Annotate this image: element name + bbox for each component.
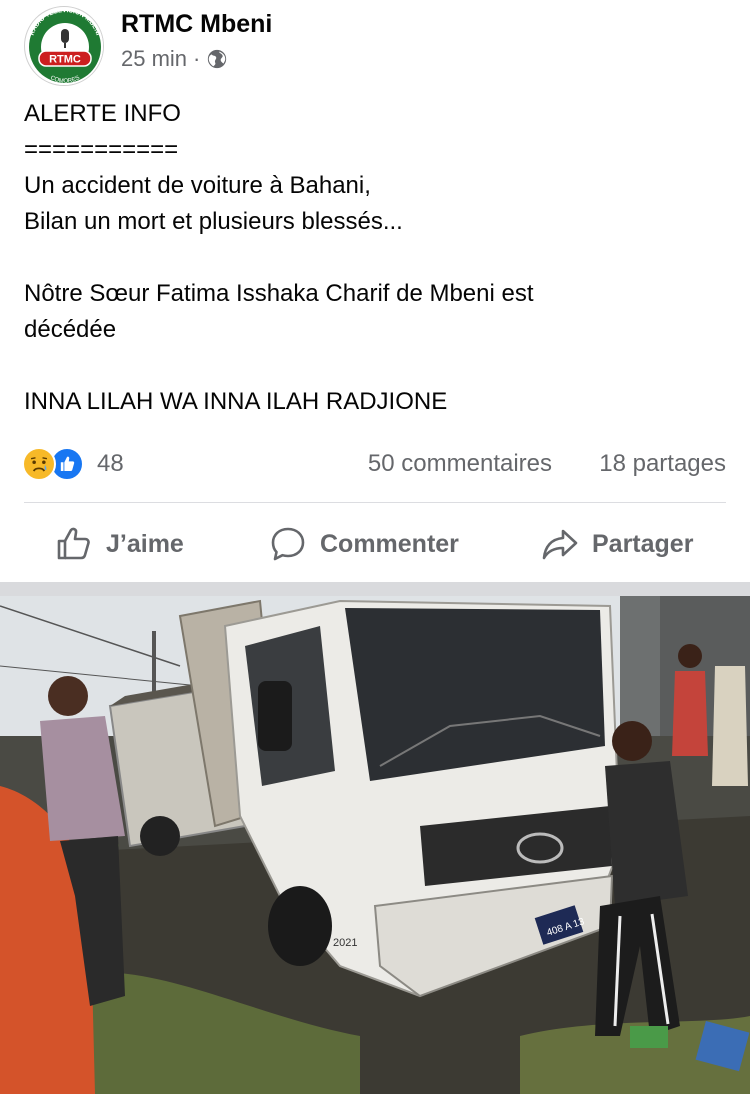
section-separator xyxy=(0,582,750,596)
share-button-label: Partager xyxy=(592,529,694,558)
cab-marking-text: 2021 xyxy=(333,937,357,949)
page-name[interactable]: RTMC Mbeni xyxy=(121,10,272,39)
reaction-icons[interactable] xyxy=(22,447,84,481)
post-line: INNA LILAH WA INNA ILAH RADJIONE xyxy=(24,388,448,415)
thumbs-up-icon xyxy=(57,527,90,560)
comments-count[interactable]: 50 commentaires xyxy=(368,450,552,478)
post-time[interactable]: 25 min xyxy=(121,46,187,72)
share-arrow-icon xyxy=(542,529,578,560)
like-button-label: J’aime xyxy=(106,529,184,558)
post-line-title: ALERTE INFO xyxy=(24,100,181,127)
accident-scene-image: 408 A 13 2021 xyxy=(0,596,750,1094)
post-actions: J’aime Commenter Partager xyxy=(0,516,750,572)
reaction-count[interactable]: 48 xyxy=(97,450,124,478)
post-body: ALERTE INFO =========== Un accident de v… xyxy=(24,96,726,420)
comment-button[interactable]: Commenter xyxy=(268,516,459,572)
post-line-blank xyxy=(24,240,726,276)
comment-button-label: Commenter xyxy=(320,529,459,558)
post-line: Bilan un mort et plusieurs blessés... xyxy=(24,208,403,235)
meta-separator: · xyxy=(193,46,201,71)
page-avatar[interactable]: RTMC RADIO TELEVISION MBENI COMORES xyxy=(24,6,104,86)
post-stats: 48 50 commentaires 18 partages xyxy=(22,445,726,485)
post-photo[interactable]: 408 A 13 2021 xyxy=(0,596,750,1094)
avatar-center-text: RTMC xyxy=(49,54,81,66)
post-meta: 25 min · xyxy=(121,46,228,72)
post-line: Nôtre Sœur Fatima Isshaka Charif de Mben… xyxy=(24,280,534,307)
rtmc-logo: RTMC RADIO TELEVISION MBENI COMORES xyxy=(26,7,103,85)
post-line-separator: =========== xyxy=(24,136,179,163)
post-header: RTMC RADIO TELEVISION MBENI COMORES RTMC… xyxy=(24,6,726,86)
like-button[interactable]: J’aime xyxy=(54,516,184,572)
stats-divider xyxy=(24,502,726,503)
post-line: décédée xyxy=(24,316,117,343)
post-line-blank xyxy=(24,348,726,384)
shares-count[interactable]: 18 partages xyxy=(599,450,726,478)
share-button[interactable]: Partager xyxy=(540,516,693,572)
sad-reaction-icon xyxy=(22,447,56,481)
globe-icon xyxy=(208,49,227,69)
comment-bubble-icon xyxy=(271,527,305,561)
post-line: Un accident de voiture à Bahani, xyxy=(24,172,371,199)
